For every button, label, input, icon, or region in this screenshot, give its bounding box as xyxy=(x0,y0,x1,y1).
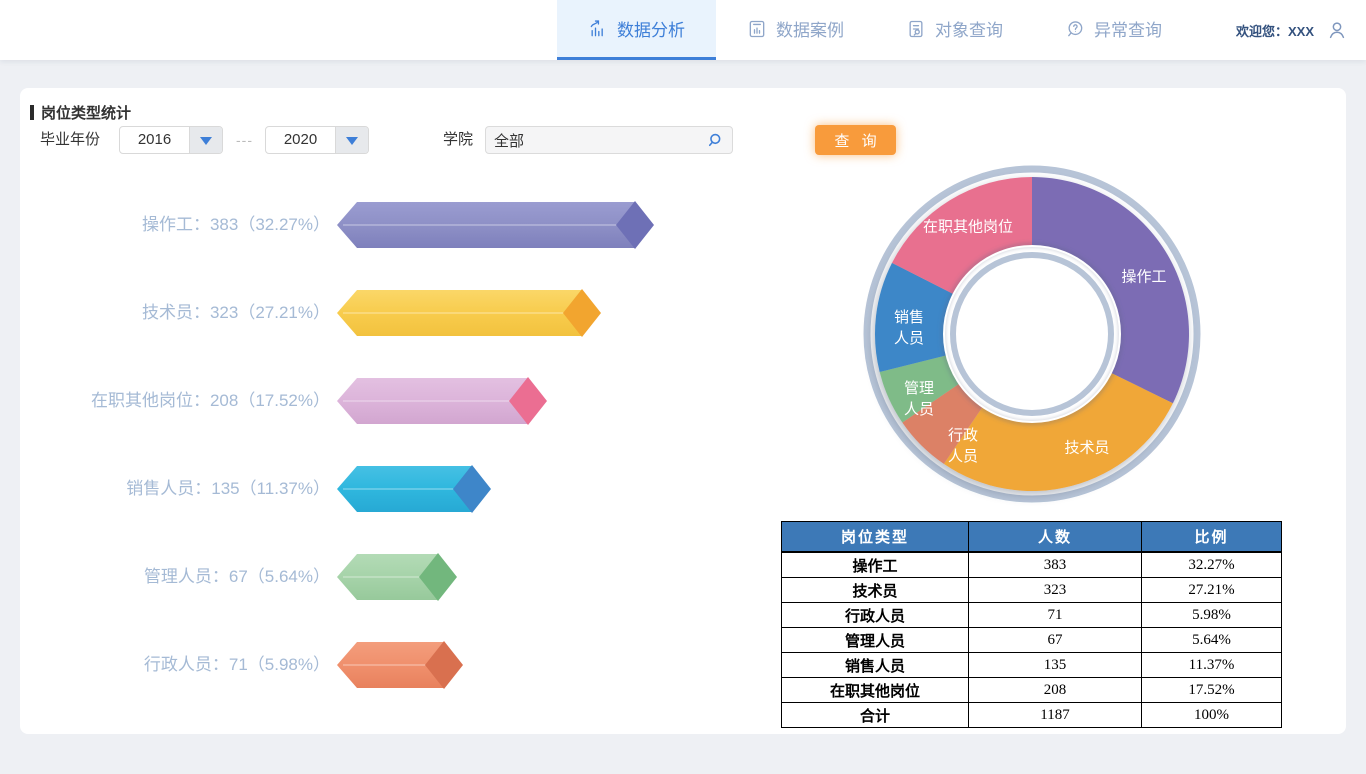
report-icon xyxy=(747,19,767,39)
table-cell-category: 管理人员 xyxy=(782,628,969,653)
bar xyxy=(337,459,493,519)
bar-label: 行政人员：71（5.98%） xyxy=(30,635,330,695)
query-button[interactable]: 查 询 xyxy=(815,125,896,155)
table-cell-value: 1187 xyxy=(969,703,1142,728)
donut-chart: 操作工技术员 行政 人员管理 人员 销售 人员 在职其他岗位 xyxy=(860,162,1204,506)
user-area: 欢迎您：XXX xyxy=(1236,0,1366,60)
table-cell-value: 5.98% xyxy=(1142,603,1282,628)
table-cell-category: 在职其他岗位 xyxy=(782,678,969,703)
bar-label: 在职其他岗位：208（17.52%） xyxy=(30,371,330,431)
table-cell-value: 32.27% xyxy=(1142,552,1282,578)
table-cell-value: 17.52% xyxy=(1142,678,1282,703)
donut-slice-label: 技术员 xyxy=(1064,438,1109,459)
table-cell-value: 135 xyxy=(969,653,1142,678)
donut-slice-label: 管理 人员 xyxy=(904,378,934,420)
table-header-cell: 岗位类型 xyxy=(782,522,969,553)
top-navigation: 数据分析 数据案例 对象查询 xyxy=(0,0,1366,60)
donut-slice-label: 销售 人员 xyxy=(894,307,924,349)
tab-exception-query[interactable]: 异常查询 xyxy=(1034,0,1193,60)
bar xyxy=(337,635,465,695)
table-cell-value: 71 xyxy=(969,603,1142,628)
bar-label: 技术员：323（27.21%） xyxy=(30,283,330,343)
tab-label: 异常查询 xyxy=(1094,16,1162,41)
tab-label: 数据案例 xyxy=(776,16,844,41)
bar-label: 管理人员：67（5.64%） xyxy=(30,547,330,607)
table-cell-value: 208 xyxy=(969,678,1142,703)
donut-slice-label: 行政 人员 xyxy=(948,425,978,467)
table-body: 操作工38332.27%技术员32327.21%行政人员715.98%管理人员6… xyxy=(782,552,1282,728)
table-cell-value: 27.21% xyxy=(1142,578,1282,603)
table-row: 操作工38332.27% xyxy=(782,552,1282,578)
tab-label: 数据分析 xyxy=(617,16,685,41)
table-row: 销售人员13511.37% xyxy=(782,653,1282,678)
bar xyxy=(337,283,603,343)
tab-object-query[interactable]: 对象查询 xyxy=(875,0,1034,60)
table-header-cell: 比例 xyxy=(1142,522,1282,553)
welcome-text: 欢迎您：XXX xyxy=(1236,21,1314,40)
table-row: 行政人员715.98% xyxy=(782,603,1282,628)
question-search-icon xyxy=(1065,19,1085,39)
donut-slice-label: 在职其他岗位 xyxy=(923,217,1013,238)
stats-table: 岗位类型人数比例 操作工38332.27%技术员32327.21%行政人员715… xyxy=(781,521,1282,728)
table-row: 在职其他岗位20817.52% xyxy=(782,678,1282,703)
table-cell-category: 技术员 xyxy=(782,578,969,603)
table-cell-category: 销售人员 xyxy=(782,653,969,678)
table-cell-category: 合计 xyxy=(782,703,969,728)
table-head: 岗位类型人数比例 xyxy=(782,522,1282,553)
bar xyxy=(337,371,549,431)
document-search-icon xyxy=(906,19,926,39)
bar xyxy=(337,195,656,255)
donut-slice-label: 操作工 xyxy=(1121,267,1166,288)
table-cell-value: 323 xyxy=(969,578,1142,603)
table-header-cell: 人数 xyxy=(969,522,1142,553)
table-cell-category: 操作工 xyxy=(782,552,969,578)
bar-chart: 操作工：383（32.27%） 技术员：323（27.21%） 在职其他岗位：208… xyxy=(20,88,740,734)
bar-label: 销售人员：135（11.37%） xyxy=(30,459,330,519)
bar xyxy=(337,547,459,607)
table-cell-value: 11.37% xyxy=(1142,653,1282,678)
tab-data-cases[interactable]: 数据案例 xyxy=(716,0,875,60)
job-type-stats-panel: 岗位类型统计 毕业年份 2016 --- 2020 学院 全部 查 询 操作工：… xyxy=(20,88,1346,734)
tab-label: 对象查询 xyxy=(935,16,1003,41)
table-row: 合计1187100% xyxy=(782,703,1282,728)
bar-label: 操作工：383（32.27%） xyxy=(30,195,330,255)
nav-tabs: 数据分析 数据案例 对象查询 xyxy=(557,0,1193,60)
table-cell-value: 383 xyxy=(969,552,1142,578)
tab-data-analysis[interactable]: 数据分析 xyxy=(557,0,716,60)
table-cell-value: 100% xyxy=(1142,703,1282,728)
table-cell-value: 5.64% xyxy=(1142,628,1282,653)
bar-chart-arrow-icon xyxy=(588,19,608,39)
table-row: 技术员32327.21% xyxy=(782,578,1282,603)
table-cell-category: 行政人员 xyxy=(782,603,969,628)
user-icon[interactable] xyxy=(1326,19,1348,41)
table-row: 管理人员675.64% xyxy=(782,628,1282,653)
table-cell-value: 67 xyxy=(969,628,1142,653)
